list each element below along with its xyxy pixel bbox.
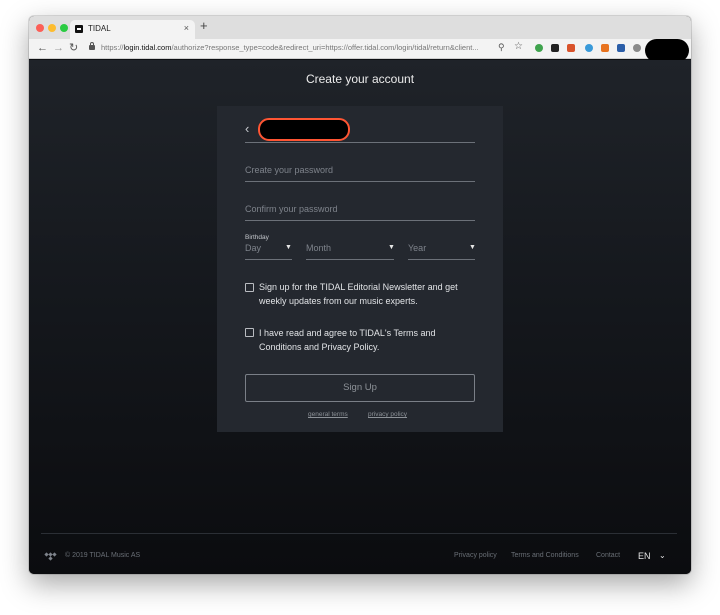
- back-icon[interactable]: ←: [37, 41, 48, 55]
- new-tab-button[interactable]: +: [200, 19, 208, 33]
- caret-down-icon: ▼: [469, 244, 476, 251]
- page-title: Create your account: [305, 72, 415, 86]
- caret-down-icon: ▼: [285, 244, 292, 251]
- email-underline: [245, 142, 475, 143]
- email-field[interactable]: [258, 118, 350, 141]
- tab-close-icon[interactable]: ×: [184, 23, 189, 33]
- confirm-password-field[interactable]: Confirm your password: [245, 204, 338, 214]
- tidal-favicon-icon: [75, 25, 83, 33]
- url-text: https://login.tidal.com/authorize?respon…: [101, 43, 479, 52]
- tidal-logo-icon[interactable]: [44, 552, 57, 561]
- footer-terms-link[interactable]: Terms and Conditions: [511, 552, 579, 559]
- page-content: Create your account ‹ Create your passwo…: [29, 60, 691, 574]
- maximize-window-button[interactable]: [60, 24, 68, 32]
- footer-privacy-link[interactable]: Privacy policy: [454, 552, 497, 559]
- key-icon[interactable]: ⚲: [498, 42, 506, 52]
- caret-down-icon: ▼: [388, 244, 395, 251]
- browser-tab[interactable]: TIDAL ×: [70, 20, 195, 39]
- profile-avatar[interactable]: [645, 39, 689, 62]
- newsletter-label: Sign up for the TIDAL Editorial Newslett…: [259, 282, 458, 306]
- terms-checkbox[interactable]: [245, 328, 254, 337]
- minimize-window-button[interactable]: [48, 24, 56, 32]
- year-select[interactable]: Year: [408, 243, 426, 253]
- evernote-icon[interactable]: [535, 44, 543, 52]
- footer-contact-link[interactable]: Contact: [596, 552, 620, 559]
- day-underline: [245, 259, 292, 260]
- month-underline: [306, 259, 394, 260]
- confirm-underline: [245, 220, 475, 221]
- extension-icon[interactable]: [601, 44, 609, 52]
- star-icon[interactable]: ☆: [514, 41, 523, 52]
- day-select[interactable]: Day: [245, 243, 261, 253]
- tab-title: TIDAL: [88, 24, 111, 33]
- bookmark-icon[interactable]: [617, 44, 625, 52]
- reload-icon[interactable]: ↻: [69, 41, 78, 55]
- close-window-button[interactable]: [36, 24, 44, 32]
- privacy-policy-link[interactable]: privacy policy: [368, 411, 407, 418]
- tab-strip: TIDAL × +: [29, 16, 691, 39]
- extension-icon[interactable]: [551, 44, 559, 52]
- language-selector[interactable]: EN: [638, 551, 651, 561]
- month-select[interactable]: Month: [306, 243, 331, 253]
- browser-toolbar: ← → ↻ https://login.tidal.com/authorize?…: [29, 39, 691, 62]
- signup-card: ‹ Create your password Confirm your pass…: [217, 106, 503, 432]
- password-underline: [245, 181, 475, 182]
- chevron-down-icon[interactable]: ⌄: [659, 551, 666, 560]
- globe-icon[interactable]: [633, 44, 641, 52]
- sign-up-button[interactable]: Sign Up: [245, 374, 475, 402]
- copyright-text: © 2019 TIDAL Music AS: [65, 552, 141, 559]
- address-bar[interactable]: https://login.tidal.com/authorize?respon…: [86, 42, 486, 56]
- browser-window: TIDAL × + ← → ↻ https://login.tidal.com/…: [29, 16, 691, 574]
- chevron-left-icon[interactable]: ‹: [245, 122, 249, 135]
- birthday-label: Birthday: [245, 234, 269, 241]
- lock-icon: [89, 42, 95, 50]
- year-underline: [408, 259, 475, 260]
- extension-icon[interactable]: [585, 44, 593, 52]
- password-field[interactable]: Create your password: [245, 165, 333, 175]
- footer-divider: [41, 533, 677, 534]
- general-terms-link[interactable]: general terms: [308, 411, 348, 418]
- extension-icon[interactable]: [567, 44, 575, 52]
- newsletter-checkbox[interactable]: [245, 283, 254, 292]
- forward-icon[interactable]: →: [53, 41, 64, 55]
- terms-label: I have read and agree to TIDAL's Terms a…: [259, 328, 436, 352]
